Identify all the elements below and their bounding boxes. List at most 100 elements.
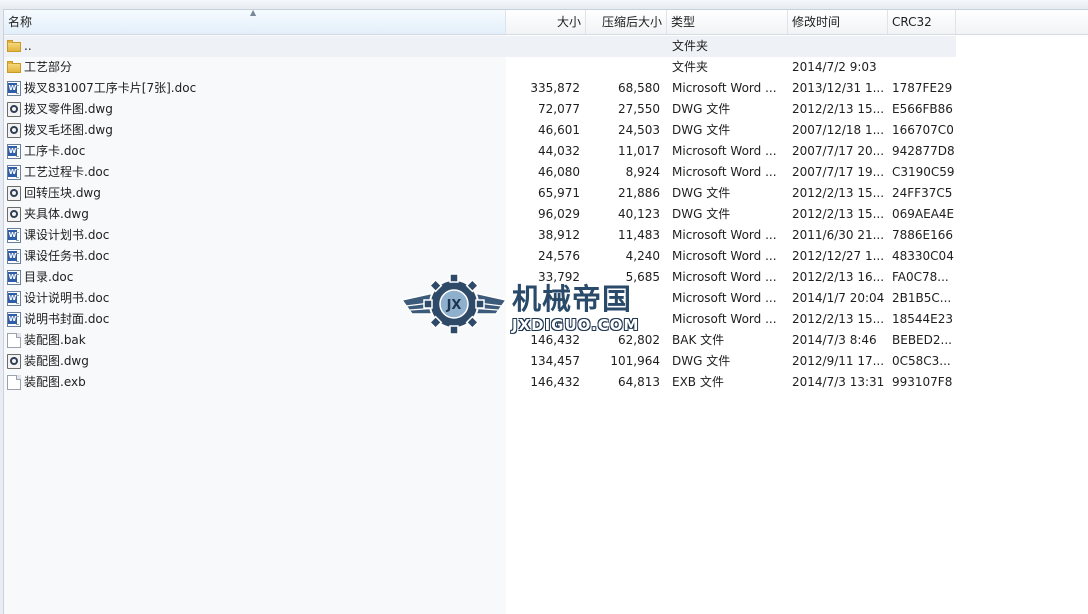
file-type: Microsoft Word ... bbox=[672, 312, 777, 326]
file-row[interactable]: 装配图.dwg 134,457 101,964 DWG 文件 2012/9/11 17.… bbox=[4, 351, 956, 372]
file-size: 38,912 bbox=[538, 228, 580, 242]
word-doc-icon bbox=[7, 249, 21, 264]
file-size: 72,077 bbox=[538, 102, 580, 116]
file-size: 46,080 bbox=[538, 165, 580, 179]
folder-row[interactable]: 工艺部分 文件夹 2014/7/2 9:03 bbox=[4, 57, 956, 78]
file-name: 工艺过程卡.doc bbox=[24, 165, 110, 179]
file-name: .. bbox=[24, 39, 32, 53]
file-row[interactable]: 目录.doc 33,792 5,685 Microsoft Word ... 2012/… bbox=[4, 267, 956, 288]
file-modified: 2013/12/31 1... bbox=[792, 81, 885, 95]
folder-icon bbox=[7, 60, 21, 75]
file-modified: 2007/7/17 19... bbox=[792, 165, 885, 179]
file-type: 文件夹 bbox=[672, 60, 709, 74]
file-type: DWG 文件 bbox=[672, 207, 731, 221]
file-crc32: C3190C59 bbox=[892, 165, 955, 179]
folder-icon bbox=[7, 39, 21, 54]
file-crc32: E566FB86 bbox=[892, 102, 953, 116]
file-compressed-size: 4,240 bbox=[625, 249, 660, 263]
file-compressed-size bbox=[590, 36, 660, 57]
file-name: 设计说明书.doc bbox=[24, 291, 110, 305]
file-compressed-size bbox=[590, 309, 660, 330]
file-compressed-size: 5,685 bbox=[625, 270, 660, 284]
file-compressed-size: 8,924 bbox=[625, 165, 660, 179]
toolbar-strip bbox=[0, 0, 1088, 10]
file-compressed-size bbox=[590, 57, 660, 78]
parent-folder-row[interactable]: .. 文件夹 bbox=[4, 36, 956, 57]
column-header-compressed-size[interactable]: 压缩后大小 bbox=[586, 10, 667, 34]
column-header-name[interactable]: ▲ 名称 bbox=[4, 8, 506, 34]
file-compressed-size: 27,550 bbox=[618, 102, 660, 116]
file-row[interactable]: 装配图.bak 146,432 62,802 BAK 文件 2014/7/3 8:46 B… bbox=[4, 330, 956, 351]
file-compressed-size: 21,886 bbox=[618, 186, 660, 200]
word-doc-icon bbox=[7, 291, 21, 306]
dwg-file-icon bbox=[7, 354, 21, 369]
file-modified: 2012/2/13 15... bbox=[792, 312, 885, 326]
sort-ascending-icon: ▲ bbox=[250, 8, 257, 17]
column-header-crc32[interactable]: CRC32 bbox=[888, 10, 956, 34]
file-compressed-size bbox=[590, 288, 660, 309]
file-name: 装配图.exb bbox=[24, 375, 86, 389]
file-size bbox=[510, 288, 580, 309]
blank-file-icon bbox=[7, 333, 21, 348]
file-name: 拨叉831007工序卡片[7张].doc bbox=[24, 81, 197, 95]
file-type: Microsoft Word ... bbox=[672, 270, 777, 284]
file-name: 夹具体.dwg bbox=[24, 207, 89, 221]
file-type: DWG 文件 bbox=[672, 102, 731, 116]
file-modified: 2014/7/3 13:31 bbox=[792, 375, 885, 389]
word-doc-icon bbox=[7, 312, 21, 327]
file-size: 146,432 bbox=[530, 375, 580, 389]
file-row[interactable]: 拨叉零件图.dwg 72,077 27,550 DWG 文件 2012/2/13 15.… bbox=[4, 99, 956, 120]
file-compressed-size: 11,483 bbox=[618, 228, 660, 242]
file-name: 拨叉毛坯图.dwg bbox=[24, 123, 113, 137]
file-name: 目录.doc bbox=[24, 270, 74, 284]
file-name: 拨叉零件图.dwg bbox=[24, 102, 113, 116]
file-crc32: BEBED2... bbox=[892, 333, 952, 347]
file-name: 说明书封面.doc bbox=[24, 312, 110, 326]
file-crc32: 069AEA4E bbox=[892, 207, 955, 221]
file-crc32: FA0C78... bbox=[892, 270, 949, 284]
file-type: Microsoft Word ... bbox=[672, 249, 777, 263]
file-row[interactable]: 说明书封面.doc Microsoft Word ... 2012/2/13 15.… bbox=[4, 309, 956, 330]
file-size: 335,872 bbox=[530, 81, 580, 95]
file-row[interactable]: 拨叉毛坯图.dwg 46,601 24,503 DWG 文件 2007/12/18 1.… bbox=[4, 120, 956, 141]
file-row[interactable]: 工序卡.doc 44,032 11,017 Microsoft Word ... 200… bbox=[4, 141, 956, 162]
file-crc32: 993107F8 bbox=[892, 375, 953, 389]
file-modified: 2012/9/11 17... bbox=[792, 354, 885, 368]
file-name: 工序卡.doc bbox=[24, 144, 86, 158]
file-size bbox=[510, 309, 580, 330]
file-row[interactable]: 回转压块.dwg 65,971 21,886 DWG 文件 2012/2/13 15..… bbox=[4, 183, 956, 204]
file-modified: 2007/12/18 1... bbox=[792, 123, 885, 137]
file-row[interactable]: 工艺过程卡.doc 46,080 8,924 Microsoft Word ... 20… bbox=[4, 162, 956, 183]
file-compressed-size: 64,813 bbox=[618, 375, 660, 389]
file-name: 装配图.bak bbox=[24, 333, 86, 347]
column-header-type[interactable]: 类型 bbox=[667, 10, 788, 34]
word-doc-icon bbox=[7, 81, 21, 96]
dwg-file-icon bbox=[7, 207, 21, 222]
file-modified: 2014/7/3 8:46 bbox=[792, 333, 877, 347]
file-modified: 2014/7/2 9:03 bbox=[792, 60, 877, 74]
file-crc32: 0C58C3... bbox=[892, 354, 951, 368]
file-row[interactable]: 课设任务书.doc 24,576 4,240 Microsoft Word ... 20… bbox=[4, 246, 956, 267]
file-modified: 2012/2/13 15... bbox=[792, 102, 885, 116]
file-type: DWG 文件 bbox=[672, 354, 731, 368]
file-type: BAK 文件 bbox=[672, 333, 725, 347]
file-type: Microsoft Word ... bbox=[672, 165, 777, 179]
dwg-file-icon bbox=[7, 186, 21, 201]
file-type: 文件夹 bbox=[672, 39, 709, 53]
file-row[interactable]: 装配图.exb 146,432 64,813 EXB 文件 2014/7/3 13:31… bbox=[4, 372, 956, 393]
blank-file-icon bbox=[7, 375, 21, 390]
file-crc32 bbox=[892, 36, 956, 57]
file-crc32: 24FF37C5 bbox=[892, 186, 953, 200]
file-row[interactable]: 夹具体.dwg 96,029 40,123 DWG 文件 2012/2/13 15...… bbox=[4, 204, 956, 225]
file-size: 44,032 bbox=[538, 144, 580, 158]
column-header-size[interactable]: 大小 bbox=[506, 10, 586, 34]
column-header-modified[interactable]: 修改时间 bbox=[788, 10, 888, 34]
file-type: Microsoft Word ... bbox=[672, 144, 777, 158]
file-row[interactable]: 拨叉831007工序卡片[7张].doc 335,872 68,580 Microso… bbox=[4, 78, 956, 99]
file-name: 课设计划书.doc bbox=[24, 228, 110, 242]
file-modified bbox=[792, 36, 886, 57]
column-header-bar: ▲ 名称 大小 压缩后大小 类型 修改时间 CRC32 bbox=[4, 8, 1088, 35]
file-size: 134,457 bbox=[530, 354, 580, 368]
file-row[interactable]: 设计说明书.doc Microsoft Word ... 2014/1/7 20:0… bbox=[4, 288, 956, 309]
file-row[interactable]: 课设计划书.doc 38,912 11,483 Microsoft Word ... 2… bbox=[4, 225, 956, 246]
